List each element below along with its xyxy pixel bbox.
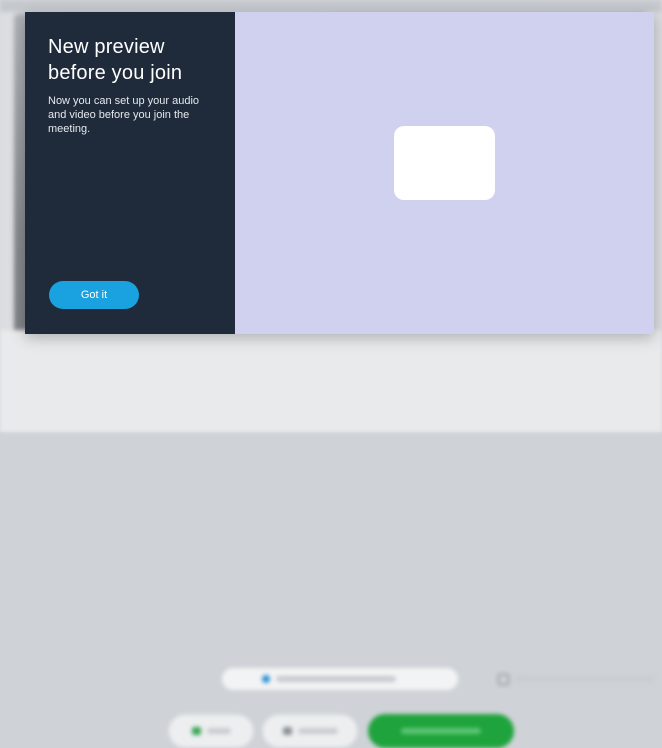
checkbox-icon (498, 673, 509, 685)
dialog-preview-illustration (235, 12, 654, 334)
background-checkbox (498, 670, 655, 688)
background-join-button (368, 714, 514, 748)
background-join-text (401, 728, 481, 734)
microphone-icon (191, 727, 201, 735)
video-card-icon (394, 126, 495, 200)
background-checkbox-text (515, 676, 655, 682)
dialog-title: New preview before you join (48, 36, 183, 84)
dialog-info-panel: New preview before you join Now you can … (25, 12, 235, 334)
dialog-description: Now you can set up your audio and video … (48, 95, 200, 135)
camera-icon (282, 727, 292, 735)
background-audio-selector (222, 668, 458, 690)
background-video-button (262, 714, 358, 748)
background-video-text (297, 728, 338, 734)
background-mute-button (168, 714, 254, 748)
background-audio-text (276, 676, 396, 682)
background-mute-text (206, 728, 231, 734)
new-preview-dialog: New preview before you join Now you can … (25, 12, 654, 334)
audio-icon (262, 675, 270, 683)
got-it-button[interactable]: Got it (49, 281, 139, 309)
